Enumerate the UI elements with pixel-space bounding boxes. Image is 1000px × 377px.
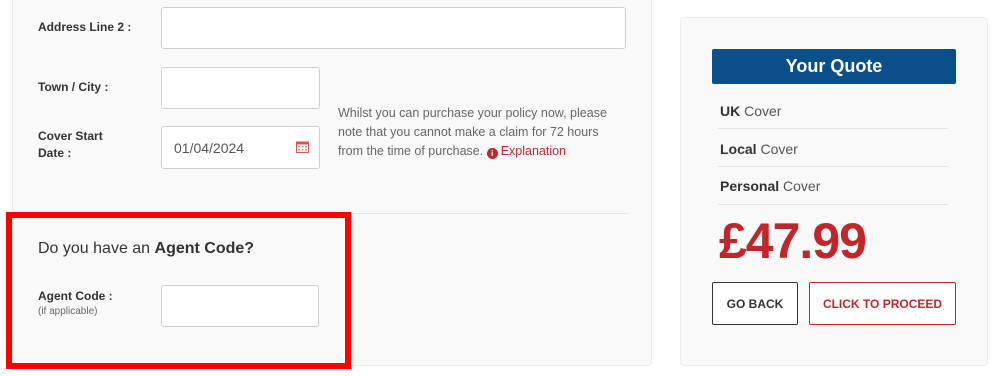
claim-notice-text: Whilst you can purchase your policy now,… — [338, 106, 607, 158]
agent-code-heading-prefix: Do you have an — [38, 240, 155, 257]
claim-notice: Whilst you can purchase your policy now,… — [338, 104, 616, 161]
cover-start-date-label-line2: Date : — [38, 145, 103, 162]
cover-item-uk: UK Cover — [720, 101, 948, 121]
calendar-icon[interactable] — [296, 141, 309, 153]
explanation-link[interactable]: iExplanation — [487, 144, 566, 158]
cover-item-personal: Personal Cover — [720, 176, 948, 196]
cover-start-date-value: 01/04/2024 — [174, 140, 244, 156]
quote-title: Your Quote — [712, 49, 956, 84]
agent-code-input[interactable] — [161, 285, 319, 327]
application-form-panel — [12, 0, 652, 366]
cover-separator — [718, 204, 948, 205]
address-line-2-input[interactable] — [161, 7, 626, 49]
cover-item-local-rest: Cover — [757, 141, 798, 157]
cover-item-local-bold: Local — [720, 141, 757, 157]
cover-item-uk-bold: UK — [720, 103, 740, 119]
town-city-input[interactable] — [161, 67, 320, 109]
cover-start-date-label: Cover Start Date : — [38, 128, 103, 162]
cover-start-date-label-line1: Cover Start — [38, 128, 103, 145]
agent-code-heading: Do you have an Agent Code? — [38, 240, 254, 258]
agent-code-label: Agent Code : — [38, 288, 113, 305]
address-line-2-label: Address Line 2 : — [38, 19, 131, 36]
cover-item-personal-bold: Personal — [720, 178, 779, 194]
cover-separator — [718, 128, 948, 129]
section-divider — [30, 213, 628, 214]
cover-separator — [718, 166, 948, 167]
agent-code-heading-bold: Agent Code? — [155, 240, 255, 257]
cover-item-uk-rest: Cover — [740, 103, 781, 119]
go-back-button[interactable]: GO BACK — [712, 282, 798, 325]
cover-item-personal-rest: Cover — [779, 178, 820, 194]
town-city-label: Town / City : — [38, 79, 108, 96]
info-icon: i — [487, 148, 498, 159]
proceed-button[interactable]: CLICK TO PROCEED — [809, 282, 956, 325]
cover-item-local: Local Cover — [720, 139, 948, 159]
cover-start-date-input[interactable]: 01/04/2024 — [161, 126, 320, 169]
quote-price: £47.99 — [719, 212, 866, 270]
agent-code-sublabel: (if applicable) — [38, 306, 97, 317]
explanation-link-label: Explanation — [501, 144, 566, 158]
